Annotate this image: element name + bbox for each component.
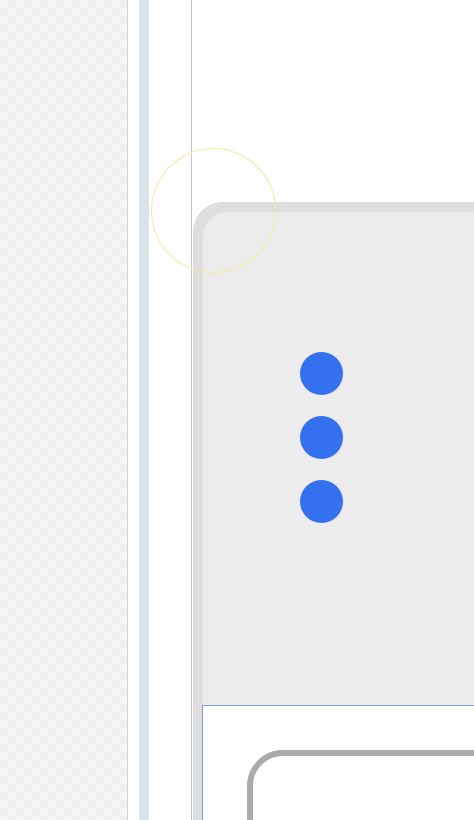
guide-line	[191, 0, 192, 820]
scrollbar-track[interactable]	[139, 0, 149, 820]
inner-card[interactable]	[247, 750, 474, 820]
panel-divider	[127, 0, 128, 820]
transparent-background-panel	[0, 0, 128, 820]
more-vert-icon-dot-top	[300, 352, 343, 395]
more-vert-icon-dot-bottom	[300, 480, 343, 523]
more-vert-icon-dot-middle	[300, 416, 343, 459]
screen	[0, 0, 474, 820]
